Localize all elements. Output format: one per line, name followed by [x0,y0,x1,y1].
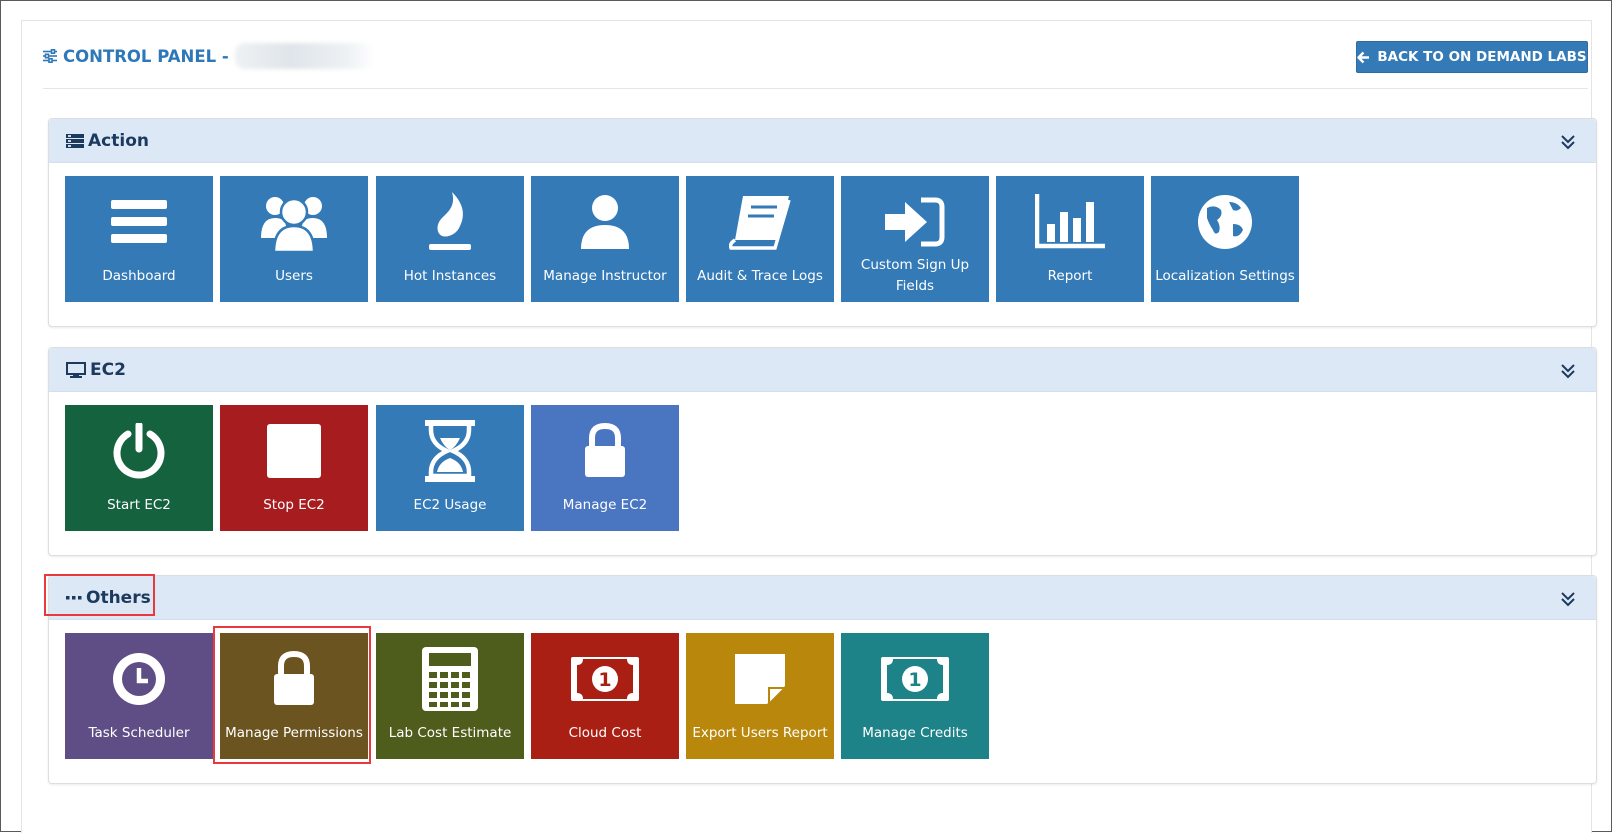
tile-stop-ec2[interactable]: Stop EC2 [220,405,368,531]
section-others: Others Task Scheduler Manage Permissions… [48,575,1597,784]
collapse-chevron-icon[interactable] [1558,361,1578,381]
tile-hot-instances[interactable]: Hot Instances [376,176,524,302]
hourglass-icon [376,417,524,485]
stop-icon [220,417,368,485]
sticky-note-icon [686,645,834,713]
tile-label: Manage EC2 [562,496,648,513]
tile-label: Manage Instructor [543,267,667,284]
svg-text:1: 1 [598,669,611,691]
tile-manage-permissions[interactable]: Manage Permissions [220,633,368,759]
tile-cloud-cost[interactable]: 1 Cloud Cost [531,633,679,759]
globe-icon [1151,188,1299,256]
clock-icon [65,645,213,713]
section-action: Action Dashboard Users Hot Instances Man… [48,118,1597,327]
user-icon [531,188,679,256]
sliders-icon [43,49,57,63]
page-title-text: CONTROL PANEL - [63,46,229,66]
lock-icon [531,417,679,485]
tile-task-scheduler[interactable]: Task Scheduler [65,633,213,759]
tile-label: EC2 Usage [413,496,487,513]
back-button-label: BACK TO ON DEMAND LABS [1377,49,1587,65]
tile-manage-credits[interactable]: 1 Manage Credits [841,633,989,759]
tile-lab-cost-estimate[interactable]: Lab Cost Estimate [376,633,524,759]
tile-export-users-report[interactable]: Export Users Report [686,633,834,759]
tile-label: Hot Instances [403,267,497,284]
tile-report[interactable]: Report [996,176,1144,302]
collapse-chevron-icon[interactable] [1558,589,1578,609]
tile-manage-instructor[interactable]: Manage Instructor [531,176,679,302]
tile-start-ec2[interactable]: Start EC2 [65,405,213,531]
svg-text:1: 1 [908,669,921,691]
tile-label: Task Scheduler [88,724,190,741]
server-icon [66,133,84,149]
bars-icon [65,188,213,256]
fire-icon [376,188,524,256]
section-title: EC2 [90,359,126,380]
power-icon [65,417,213,485]
book-icon [686,188,834,256]
money-icon: 1 [531,645,679,713]
section-title: Action [88,130,149,151]
tile-users[interactable]: Users [220,176,368,302]
users-icon [220,188,368,256]
tile-custom-sign-up-fields[interactable]: Custom Sign Up Fields [841,176,989,302]
tile-label: Users [275,267,313,284]
tile-audit-trace-logs[interactable]: Audit & Trace Logs [686,176,834,302]
back-to-on-demand-labs-button[interactable]: BACK TO ON DEMAND LABS [1356,41,1588,73]
desktop-icon [66,361,86,378]
tile-label: Manage Permissions [225,724,363,741]
lock-icon [220,645,368,713]
section-title: Others [86,587,151,608]
section-header-action[interactable]: Action [49,119,1596,163]
section-ec2: EC2 Start EC2 Stop EC2 EC2 Usage Manage … [48,347,1597,556]
redacted-lab-name [234,43,375,69]
tile-label: Export Users Report [692,724,828,741]
collapse-chevron-icon[interactable] [1558,132,1578,152]
tile-ec2-usage[interactable]: EC2 Usage [376,405,524,531]
header-divider [43,88,1588,89]
tile-manage-ec2[interactable]: Manage EC2 [531,405,679,531]
tile-label: Audit & Trace Logs [697,267,823,284]
page-title: CONTROL PANEL - [43,43,375,69]
section-header-ec2[interactable]: EC2 [49,348,1596,392]
tile-label: Lab Cost Estimate [388,724,512,741]
tile-label: Manage Credits [862,724,968,741]
ellipsis-icon [66,591,82,605]
tile-label: Localization Settings [1155,267,1295,284]
tile-label: Start EC2 [107,496,171,513]
tile-dashboard[interactable]: Dashboard [65,176,213,302]
tile-label: Dashboard [102,267,176,284]
tile-label: Stop EC2 [263,496,325,513]
tile-label: Cloud Cost [568,724,642,741]
sign-in-icon [841,188,989,256]
tile-label: Report [1047,267,1093,284]
arrow-left-icon [1357,51,1370,64]
bar-chart-icon [996,188,1144,256]
tile-label: Custom Sign Up Fields [860,257,970,294]
tile-localization-settings[interactable]: Localization Settings [1151,176,1299,302]
section-header-others[interactable]: Others [49,576,1596,620]
money-icon: 1 [841,645,989,713]
calculator-icon [376,645,524,713]
